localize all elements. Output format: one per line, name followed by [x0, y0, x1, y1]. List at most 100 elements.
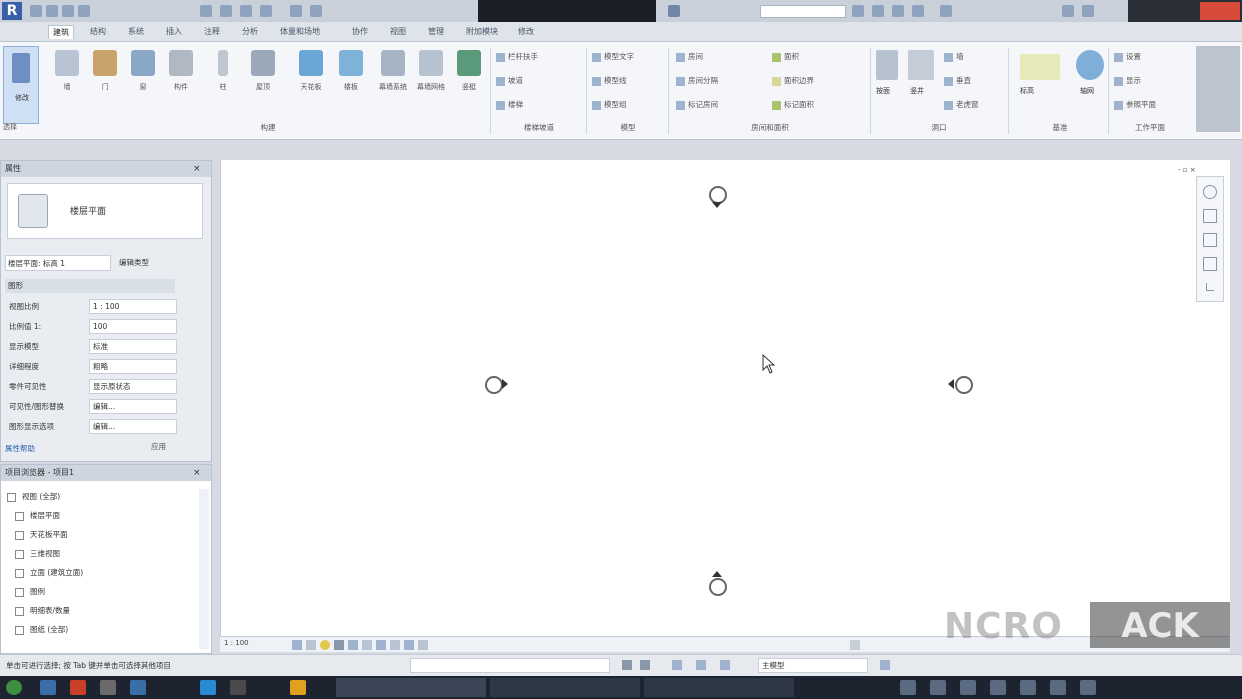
ceiling-button[interactable]: 天花板: [294, 48, 328, 102]
minimize-icon[interactable]: [1062, 5, 1074, 17]
tree-item[interactable]: 天花板平面: [15, 525, 68, 544]
tree-item[interactable]: 图纸 (全部): [15, 620, 68, 639]
grid-button[interactable]: [1076, 50, 1104, 80]
scroll-left-icon[interactable]: [850, 640, 860, 650]
zoom-extents-icon[interactable]: [1203, 233, 1217, 247]
design-options-icon[interactable]: [640, 660, 650, 670]
star-icon[interactable]: [872, 5, 884, 17]
tab-view[interactable]: 视图: [386, 25, 410, 39]
main-model-dropdown[interactable]: 主模型: [758, 658, 868, 673]
open-icon[interactable]: [30, 5, 42, 17]
type-selector[interactable]: 楼层平面: [7, 183, 203, 239]
area-button[interactable]: 面积: [772, 50, 799, 64]
status-workset-field[interactable]: [410, 658, 610, 673]
prop-value[interactable]: 100: [89, 319, 177, 334]
vertical-opening-button[interactable]: 垂直: [944, 74, 971, 88]
curtain-system-button[interactable]: 幕墙系统: [376, 48, 410, 102]
expand-icon[interactable]: [15, 587, 24, 597]
editable-only-icon[interactable]: [672, 660, 682, 670]
visual-style-icon[interactable]: [306, 640, 316, 650]
zoom-icon[interactable]: [1203, 209, 1217, 223]
tray-icon[interactable]: [990, 680, 1006, 695]
model-group-button[interactable]: 模型组: [592, 98, 627, 112]
build-panel-label[interactable]: 构建: [50, 122, 486, 136]
view-scale[interactable]: 1 : 100: [224, 639, 249, 647]
door-button[interactable]: 门: [88, 48, 122, 102]
tag-room-button[interactable]: 标记房间: [676, 98, 718, 112]
thin-lines-icon[interactable]: [310, 5, 322, 17]
help-icon[interactable]: [940, 5, 952, 17]
elevation-marker-west[interactable]: [481, 372, 508, 396]
tree-item[interactable]: 三维视图: [15, 544, 60, 563]
select-links-icon[interactable]: [696, 660, 706, 670]
taskbar-window[interactable]: [490, 678, 640, 697]
view-instance-dropdown[interactable]: 楼层平面: 标高 1: [5, 255, 111, 271]
tray-icon[interactable]: [960, 680, 976, 695]
wall-opening-button[interactable]: 墙: [944, 50, 964, 64]
expand-icon[interactable]: [15, 549, 24, 559]
sun-path-icon[interactable]: [320, 640, 330, 650]
select-panel-label[interactable]: 选择: [3, 122, 17, 132]
drawing-canvas[interactable]: [220, 160, 1230, 636]
text-icon[interactable]: [290, 5, 302, 17]
close-button[interactable]: [1200, 2, 1240, 20]
restore-icon[interactable]: [1082, 5, 1094, 17]
prop-value[interactable]: 标准: [89, 339, 177, 354]
expand-icon[interactable]: [15, 625, 24, 635]
tray-icon[interactable]: [1020, 680, 1036, 695]
reveal-hidden-icon[interactable]: [390, 640, 400, 650]
show-workplane-button[interactable]: 显示: [1114, 74, 1141, 88]
worksets-icon[interactable]: [622, 660, 632, 670]
tree-item[interactable]: 图例: [15, 582, 45, 601]
help-search-input[interactable]: [760, 5, 846, 18]
floor-button[interactable]: 楼板: [334, 48, 368, 102]
taskbar-app-icon[interactable]: [130, 680, 146, 695]
stair-button[interactable]: 楼梯: [496, 98, 523, 112]
dormer-button[interactable]: 老虎窗: [944, 98, 979, 112]
tab-annotate[interactable]: 注释: [200, 25, 224, 39]
taskbar-app-icon[interactable]: [290, 680, 306, 695]
opening-by-face-button[interactable]: [876, 50, 898, 80]
taskbar-app-icon[interactable]: [200, 680, 216, 695]
ramp-button[interactable]: 坡道: [496, 74, 523, 88]
undo-icon[interactable]: [62, 5, 74, 17]
show-crop-icon[interactable]: [362, 640, 372, 650]
tray-icon[interactable]: [900, 680, 916, 695]
prop-value[interactable]: 粗略: [89, 359, 177, 374]
mullion-button[interactable]: 竖梃: [452, 48, 486, 102]
curtain-grid-button[interactable]: 幕墙网格: [414, 48, 448, 102]
exchange-icon[interactable]: [912, 5, 924, 17]
graphics-group-header[interactable]: 图形: [5, 279, 175, 293]
tree-item[interactable]: 明细表/数量: [15, 601, 70, 620]
elevation-marker-north[interactable]: [705, 182, 729, 208]
tab-systems[interactable]: 系统: [124, 25, 148, 39]
window-button[interactable]: 窗: [126, 48, 160, 102]
expand-icon[interactable]: [15, 530, 24, 540]
save-icon[interactable]: [46, 5, 58, 17]
tree-item[interactable]: 立面 (建筑立面): [15, 563, 83, 582]
nav-options-icon[interactable]: [1206, 283, 1214, 291]
railing-button[interactable]: 栏杆扶手: [496, 50, 538, 64]
measure-icon[interactable]: [200, 5, 212, 17]
highlight-displacement-icon[interactable]: [418, 640, 428, 650]
prop-value[interactable]: 1 : 100: [89, 299, 177, 314]
taskbar-app-icon[interactable]: [40, 680, 56, 695]
ref-plane-button[interactable]: 参照平面: [1114, 98, 1156, 112]
tab-insert[interactable]: 插入: [162, 25, 186, 39]
3d-view-icon[interactable]: [240, 5, 252, 17]
taskbar-app-icon[interactable]: [230, 680, 246, 695]
shaft-button[interactable]: [908, 50, 934, 80]
tab-structure[interactable]: 结构: [86, 25, 110, 39]
user-icon[interactable]: [892, 5, 904, 17]
filter-icon[interactable]: [880, 660, 890, 670]
roof-button[interactable]: 屋顶: [246, 48, 280, 102]
room-separator-button[interactable]: 房间分隔: [676, 74, 718, 88]
taskbar-app-icon[interactable]: [70, 680, 86, 695]
section-icon[interactable]: [260, 5, 272, 17]
modify-button[interactable]: 修改: [3, 46, 39, 124]
tray-icon[interactable]: [930, 680, 946, 695]
infocenter-icon[interactable]: [852, 5, 864, 17]
apply-button[interactable]: 应用: [151, 441, 166, 452]
app-logo[interactable]: R: [2, 2, 22, 20]
prop-value[interactable]: 编辑...: [89, 419, 177, 434]
